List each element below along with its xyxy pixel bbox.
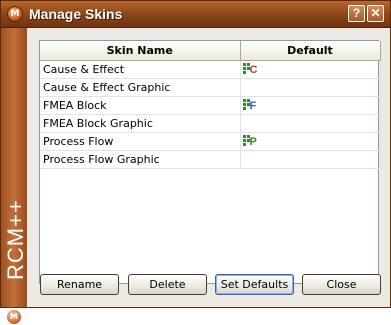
set-defaults-button[interactable]: Set Defaults (215, 274, 294, 295)
icon-square (242, 134, 246, 138)
column-header-skin-name[interactable]: Skin Name (40, 41, 241, 61)
rename-button[interactable]: Rename (40, 274, 119, 295)
empty-row (40, 169, 380, 187)
empty-cell (240, 203, 380, 220)
icon-letter: F (249, 99, 257, 112)
empty-cell (40, 203, 240, 220)
table-row[interactable]: Cause & Effect C (40, 60, 381, 79)
empty-cell (240, 220, 380, 237)
brand-text: RCM++ (3, 199, 28, 280)
icon-square (242, 66, 246, 70)
skin-name-cell[interactable]: FMEA Block Graphic (40, 114, 241, 133)
process-flow-icon: P (242, 134, 261, 149)
icon-square (242, 138, 246, 142)
icon-letter: C (249, 63, 258, 76)
manage-skins-dialog: M Manage Skins ? ✕ RCM++ M Skin Name Def… (0, 0, 391, 325)
close-window-button[interactable]: ✕ (367, 5, 384, 22)
table-row[interactable]: FMEA Block Graphic (40, 114, 381, 133)
empty-cell (240, 186, 380, 203)
default-cell[interactable]: C (240, 60, 381, 79)
empty-cell (240, 237, 380, 254)
icon-square (242, 98, 246, 102)
icon-square (242, 106, 246, 110)
table-header-row: Skin Name Default (40, 41, 381, 61)
icon-square (242, 70, 246, 74)
skin-name-cell[interactable]: Cause & Effect Graphic (40, 78, 241, 97)
cause-effect-icon: C (242, 62, 261, 77)
skin-name-cell[interactable]: Process Flow Graphic (40, 150, 241, 169)
close-button[interactable]: Close (302, 274, 381, 295)
column-header-default[interactable]: Default (240, 41, 381, 61)
empty-row (40, 186, 380, 203)
default-cell[interactable] (240, 150, 381, 169)
delete-button[interactable]: Delete (128, 274, 207, 295)
icon-square (242, 142, 246, 146)
empty-cell (40, 220, 240, 237)
empty-cell (40, 169, 240, 187)
default-cell[interactable]: P (240, 132, 381, 151)
fmea-block-icon: F (242, 98, 261, 113)
skin-name-cell[interactable]: Process Flow (40, 132, 241, 151)
help-button[interactable]: ? (348, 5, 365, 22)
skins-table: Skin Name Default Cause & Effect C Cause &… (39, 40, 381, 284)
table-row[interactable]: Process Flow Graphic (40, 150, 381, 169)
empty-row (40, 203, 380, 220)
table-row[interactable]: Process Flow P (40, 132, 381, 151)
icon-letter: P (249, 135, 257, 148)
default-cell[interactable] (240, 78, 381, 97)
icon-square (242, 62, 246, 66)
empty-row (40, 237, 380, 254)
title-bar[interactable]: M Manage Skins ? ✕ (1, 1, 390, 28)
skin-name-cell[interactable]: FMEA Block (40, 96, 241, 115)
app-logo-icon: M (7, 6, 23, 22)
empty-row (40, 220, 380, 237)
empty-cell (40, 186, 240, 203)
empty-cell (40, 237, 240, 254)
default-cell[interactable] (240, 114, 381, 133)
table-row[interactable]: Cause & Effect Graphic (40, 78, 381, 97)
icon-square (242, 102, 246, 106)
brand-strip: RCM++ M (1, 28, 28, 325)
brand-logo-icon: M (6, 309, 22, 325)
dialog-content: Skin Name Default Cause & Effect C Cause &… (28, 28, 390, 307)
skin-name-cell[interactable]: Cause & Effect (40, 60, 241, 79)
empty-cell (240, 169, 380, 187)
window-title: Manage Skins (29, 6, 123, 22)
default-cell[interactable]: F (240, 96, 381, 115)
table-row[interactable]: FMEA Block F (40, 96, 381, 115)
